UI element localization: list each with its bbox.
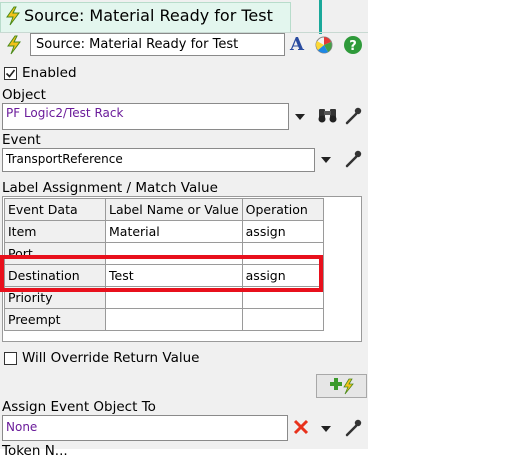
lightning-icon (7, 35, 21, 55)
column-header: Operation (241, 198, 324, 221)
row-header: Preempt (4, 308, 106, 331)
font-icon[interactable]: A (290, 34, 304, 55)
eyedropper-icon[interactable] (344, 106, 362, 126)
column-header: Event Data (4, 198, 106, 221)
color-picker-icon[interactable] (314, 35, 334, 55)
event-field[interactable]: TransportReference (2, 148, 315, 172)
name-field[interactable]: Source: Material Ready for Test (30, 33, 285, 56)
token-label: Token N... (2, 443, 68, 459)
operation-cell[interactable]: assign (241, 220, 324, 243)
label-assignment-title: Label Assignment / Match Value (2, 180, 218, 196)
table-row: Item Material assign (4, 220, 324, 243)
label-cell[interactable] (105, 308, 243, 331)
help-icon[interactable]: ? (343, 35, 363, 55)
column-header: Label Name or Value (105, 198, 243, 221)
event-label: Event (2, 132, 41, 148)
override-checkbox[interactable] (4, 352, 17, 365)
eyedropper-icon[interactable] (344, 149, 362, 169)
add-lightning-icon (330, 378, 354, 395)
clear-icon[interactable] (293, 419, 309, 435)
binoculars-icon[interactable] (317, 106, 339, 124)
object-field[interactable]: PF Logic2/Test Rack (2, 103, 289, 130)
header-row: Event Data Label Name or Value Operation (4, 198, 324, 221)
assign-dropdown-arrow[interactable] (321, 426, 331, 432)
lightning-icon (6, 6, 20, 26)
divider-line (319, 0, 322, 34)
tab-title: Source: Material Ready for Test (24, 6, 273, 25)
enabled-checkbox[interactable] (4, 67, 17, 80)
operation-cell[interactable] (241, 308, 324, 331)
eyedropper-icon[interactable] (344, 418, 362, 438)
assign-event-field[interactable]: None (2, 415, 288, 441)
svg-text:?: ? (349, 39, 357, 54)
enabled-label: Enabled (22, 65, 77, 81)
event-dropdown-arrow[interactable] (321, 157, 331, 163)
add-event-button[interactable] (316, 374, 367, 398)
row-header: Item (4, 220, 106, 243)
object-dropdown-arrow[interactable] (295, 114, 305, 120)
object-label: Object (2, 87, 46, 103)
override-label: Will Override Return Value (22, 350, 200, 366)
assign-event-label: Assign Event Object To (2, 399, 156, 415)
highlight-box (0, 255, 323, 292)
check-icon (5, 69, 16, 78)
label-cell[interactable]: Material (105, 220, 243, 243)
table-row: Preempt (4, 308, 324, 331)
